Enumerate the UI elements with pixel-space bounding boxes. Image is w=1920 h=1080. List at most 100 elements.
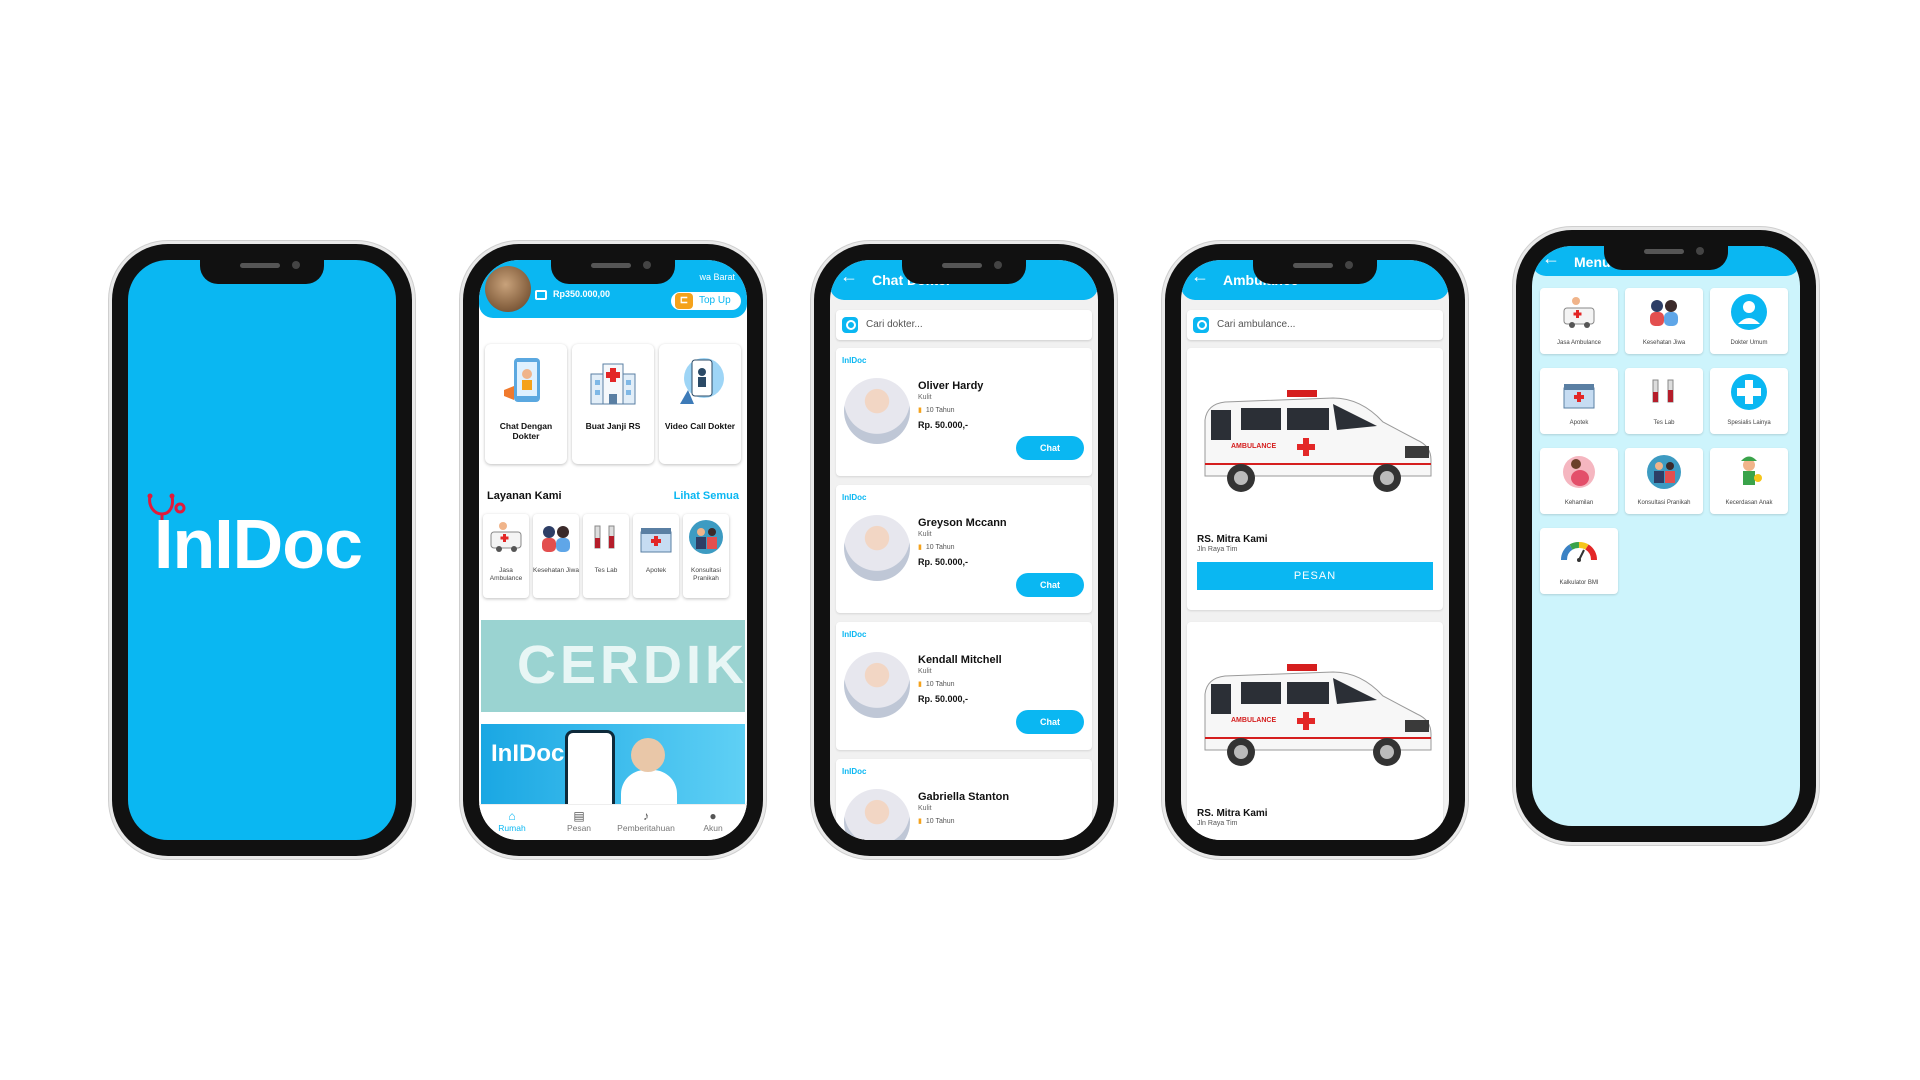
- doctor-card[interactable]: InIDoc Kendall Mitchell Kulit ▮ 10 Tahun …: [836, 622, 1092, 750]
- doctor-price: Rp. 50.000,-: [918, 557, 969, 567]
- lab-test-icon: [1652, 379, 1674, 403]
- doctor-specialty: Kulit: [918, 394, 932, 401]
- wallet-icon: [535, 290, 547, 300]
- menu-item-kesehatan-jiwa[interactable]: Kesehatan Jiwa: [1625, 288, 1703, 354]
- order-button[interactable]: PESAN: [1197, 562, 1433, 590]
- promo-banner-app[interactable]: InIDoc: [481, 724, 745, 804]
- service-konsultasi-pranikah[interactable]: Konsultasi Pranikah: [683, 514, 729, 598]
- hospital-address: Jln Raya Tim: [1197, 546, 1238, 553]
- doctor-experience: ▮ 10 Tahun: [918, 544, 955, 551]
- service-label: Kesehatan Jiwa: [533, 567, 579, 574]
- tab-label: Rumah: [498, 823, 526, 833]
- chat-screen: ← Chat Dokter Cari dokter... InIDoc Oliv…: [830, 260, 1098, 840]
- hospital-name: RS. Mitra Kami: [1197, 534, 1268, 545]
- lab-test-icon: [594, 525, 615, 549]
- mental-health-icon: [542, 526, 570, 552]
- menu-item-label: Tes Lab: [1653, 420, 1675, 426]
- menu-item-dokter-umum[interactable]: Dokter Umum: [1710, 288, 1788, 354]
- doctor-specialty: Kulit: [918, 805, 932, 812]
- see-all-link[interactable]: Lihat Semua: [674, 490, 739, 502]
- ambulance-card[interactable]: AMBULANCE RS. Mitra Kami Jln Raya Tim PE…: [1187, 348, 1443, 610]
- brand-logo: InIDoc: [842, 493, 867, 502]
- location-text: wa Barat: [699, 272, 735, 282]
- phone-notch: [1604, 242, 1728, 270]
- menu-item-jasa-ambulance[interactable]: Jasa Ambulance: [1540, 288, 1618, 354]
- feature-chat-dokter[interactable]: Chat Dengan Dokter: [485, 344, 567, 464]
- service-apotek[interactable]: Apotek: [633, 514, 679, 598]
- doctor-experience: ▮ 10 Tahun: [918, 681, 955, 688]
- service-tes-lab[interactable]: Tes Lab: [583, 514, 629, 598]
- phone-notch: [1253, 256, 1377, 284]
- menu-item-label: Konsultasi Pranikah: [1637, 500, 1691, 506]
- message-icon: ▤: [573, 809, 585, 823]
- menu-item-apotek[interactable]: Apotek: [1540, 368, 1618, 434]
- tab-pesan[interactable]: ▤ Pesan: [546, 809, 612, 833]
- brand-logo: InIDoc: [842, 356, 867, 365]
- feature-label: Chat Dengan Dokter: [499, 421, 553, 441]
- search-icon: [842, 317, 858, 333]
- chat-button[interactable]: Chat: [1016, 710, 1084, 734]
- briefcase-icon: ▮: [918, 407, 922, 414]
- home-screen: Rp350.000,00 wa Barat ⊏ Top Up Chat Deng…: [479, 260, 747, 840]
- doctor-specialty: Kulit: [918, 531, 932, 538]
- tab-akun[interactable]: ● Akun: [680, 809, 746, 833]
- service-kesehatan-jiwa[interactable]: Kesehatan Jiwa: [533, 514, 579, 598]
- service-ambulance[interactable]: Jasa Ambulance: [483, 514, 529, 598]
- phone-chat-illustration: [504, 358, 540, 402]
- doctor-card[interactable]: InIDoc Greyson Mccann Kulit ▮ 10 Tahun Rp…: [836, 485, 1092, 613]
- menu-item-kecerdasan-anak[interactable]: Kecerdasan Anak: [1710, 448, 1788, 514]
- feature-janji-rs[interactable]: Buat Janji RS: [572, 344, 654, 464]
- banner-logo: InIDoc: [491, 740, 565, 767]
- menu-item-konsultasi-pranikah[interactable]: Konsultasi Pranikah: [1625, 448, 1703, 514]
- menu-item-label: Spesialis Lainya: [1727, 420, 1771, 426]
- brand-logo: InIDoc: [842, 767, 867, 776]
- user-icon: ●: [709, 809, 717, 823]
- medical-cross-icon: [1731, 374, 1767, 410]
- doctor-card[interactable]: InIDoc Gabriella Stanton Kulit ▮ 10 Tahun: [836, 759, 1092, 840]
- menu-item-tes-lab[interactable]: Tes Lab: [1625, 368, 1703, 434]
- tab-rumah[interactable]: ⌂ Rumah: [479, 809, 545, 833]
- app-logo: InIDoc: [154, 505, 363, 583]
- ambulance-van-image: AMBULANCE: [1204, 390, 1432, 492]
- back-arrow-icon[interactable]: ←: [1542, 248, 1560, 269]
- phone-notch: [551, 256, 675, 284]
- topup-icon: ⊏: [675, 293, 693, 309]
- tab-label: Pesan: [566, 823, 592, 833]
- avatar[interactable]: [485, 266, 531, 312]
- phone-illustration: [565, 730, 615, 804]
- doctor-name: Gabriella Stanton: [918, 791, 1010, 803]
- briefcase-icon: ▮: [918, 818, 922, 825]
- back-arrow-icon[interactable]: ←: [840, 266, 858, 287]
- doctor-card[interactable]: InIDoc Oliver Hardy Kulit ▮ 10 Tahun Rp. …: [836, 348, 1092, 476]
- search-input[interactable]: Cari ambulance...: [1187, 310, 1443, 340]
- feature-video-call[interactable]: Video Call Dokter: [659, 344, 741, 464]
- ambulance-screen: ← Ambulance Cari ambulance... AMBULANCE …: [1181, 260, 1449, 840]
- topup-label: Top Up: [699, 295, 731, 306]
- phone-chat-dokter: ← Chat Dokter Cari dokter... InIDoc Oliv…: [814, 244, 1114, 856]
- search-icon: [1193, 317, 1209, 333]
- doctor-photo: [844, 378, 910, 444]
- doctor-price: Rp. 50.000,-: [918, 694, 969, 704]
- menu-item-kalkulator-bmi[interactable]: Kalkulator BMI: [1540, 528, 1618, 594]
- promo-banner-cerdik[interactable]: CERDIK: [481, 620, 745, 712]
- pharmacy-icon: [640, 528, 672, 553]
- feature-label: Buat Janji RS: [585, 421, 641, 431]
- phone-menu: ← Menu Jasa Ambulance Kesehatan Jiwa Dok…: [1516, 230, 1816, 842]
- bottom-nav: ⌂ Rumah ▤ Pesan ♪ Pemberitahuan ● Akun: [479, 804, 747, 840]
- menu-item-label: Kesehatan Jiwa: [1642, 340, 1686, 346]
- menu-item-label: Jasa Ambulance: [1556, 340, 1602, 346]
- menu-item-kehamilan[interactable]: Kehamilan: [1540, 448, 1618, 514]
- briefcase-icon: ▮: [918, 544, 922, 551]
- splash-screen: InIDoc: [128, 260, 396, 840]
- chat-button[interactable]: Chat: [1016, 436, 1084, 460]
- phone-notch: [902, 256, 1026, 284]
- home-icon: ⌂: [508, 809, 516, 823]
- back-arrow-icon[interactable]: ←: [1191, 266, 1209, 287]
- tab-pemberitahuan[interactable]: ♪ Pemberitahuan: [613, 809, 679, 833]
- ambulance-card[interactable]: AMBULANCE RS. Mitra Kami Jln Raya Tim: [1187, 622, 1443, 840]
- topup-button[interactable]: ⊏ Top Up: [669, 290, 743, 312]
- banner-headline: CERDIK: [517, 635, 745, 695]
- search-input[interactable]: Cari dokter...: [836, 310, 1092, 340]
- menu-item-spesialis-lainya[interactable]: Spesialis Lainya: [1710, 368, 1788, 434]
- chat-button[interactable]: Chat: [1016, 573, 1084, 597]
